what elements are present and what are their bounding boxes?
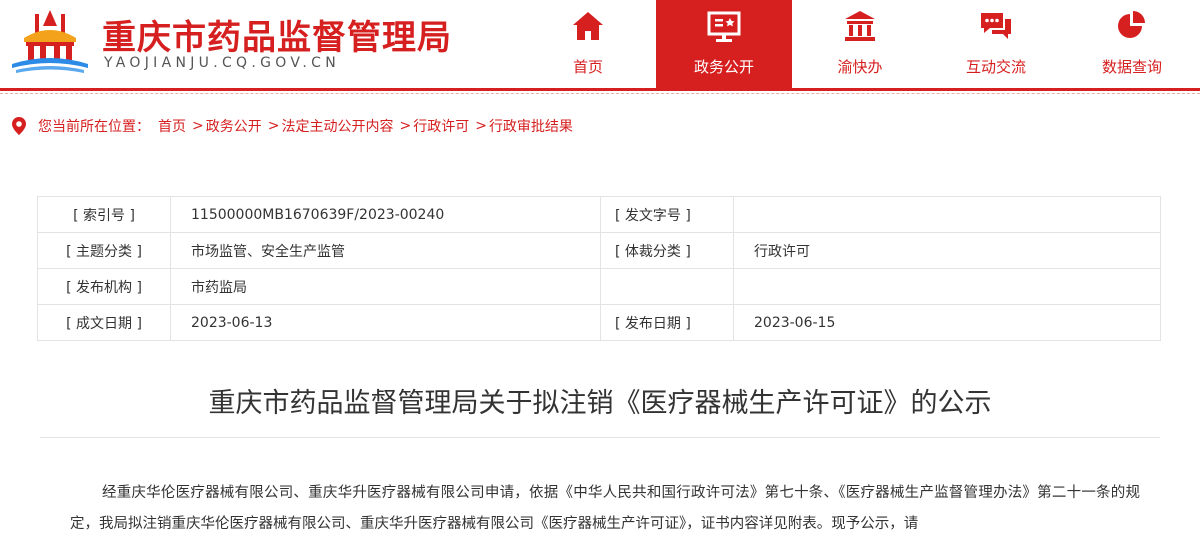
- meta-value: 市药监局: [170, 268, 601, 305]
- meta-value: 2023-06-13: [170, 304, 601, 341]
- breadcrumb-public-content[interactable]: 法定主动公开内容: [281, 116, 393, 136]
- nav-interaction-label: 互动交流: [965, 58, 1026, 76]
- meta-key: [600, 268, 734, 305]
- meta-key: [ 发布机构 ]: [37, 268, 171, 305]
- meta-value: 11500000MB1670639F/2023-00240: [170, 196, 601, 233]
- table-row: [ 主题分类 ] 市场监管、安全生产监管 [ 体裁分类 ] 行政许可: [37, 232, 1161, 269]
- site-logo[interactable]: [10, 8, 90, 74]
- table-row: [ 成文日期 ] 2023-06-13 [ 发布日期 ] 2023-06-15: [37, 304, 1161, 341]
- meta-key: [ 成文日期 ]: [37, 304, 171, 341]
- title-divider: [40, 437, 1160, 438]
- nav-yukuaiban-label: 渝快办: [837, 58, 883, 76]
- meta-value: 行政许可: [733, 232, 1161, 269]
- breadcrumb-gov-info[interactable]: 政务公开: [206, 116, 262, 136]
- home-icon: [573, 12, 603, 40]
- meta-key: [ 索引号 ]: [37, 196, 171, 233]
- meta-key: [ 主题分类 ]: [37, 232, 171, 269]
- dotted-divider: [0, 93, 1200, 94]
- site-header: 重庆市药品监督管理局 YAOJIANJU.CQ.GOV.CN 首页 政务公开 渝…: [0, 0, 1200, 88]
- meta-value: 市场监管、安全生产监管: [170, 232, 601, 269]
- breadcrumb-separator: >: [192, 118, 204, 134]
- site-domain: YAOJIANJU.CQ.GOV.CN: [104, 55, 340, 71]
- article-title: 重庆市药品监督管理局关于拟注销《医疗器械生产许可证》的公示: [208, 388, 992, 419]
- table-row: [ 索引号 ] 11500000MB1670639F/2023-00240 [ …: [37, 196, 1161, 233]
- breadcrumb: 您当前所在位置： 首页 > 政务公开 > 法定主动公开内容 > 行政许可 > 行…: [10, 115, 573, 137]
- nav-yukuaiban[interactable]: 渝快办: [792, 0, 928, 88]
- meta-key: [ 发文字号 ]: [600, 196, 734, 233]
- main-nav: 首页 政务公开 渝快办 互动交流 数据查询: [520, 0, 1200, 88]
- nav-gov-info-label: 政务公开: [693, 58, 754, 76]
- breadcrumb-separator: >: [475, 118, 487, 134]
- building-icon: [845, 11, 875, 41]
- meta-key: [ 体裁分类 ]: [600, 232, 734, 269]
- breadcrumb-home[interactable]: 首页: [158, 116, 186, 136]
- site-title[interactable]: 重庆市药品监督管理局: [102, 10, 452, 59]
- header-divider: [0, 88, 1200, 91]
- nav-gov-info[interactable]: 政务公开: [656, 0, 792, 88]
- chat-icon: [981, 13, 1011, 39]
- meta-key: [ 发布日期 ]: [600, 304, 734, 341]
- document-meta-table: [ 索引号 ] 11500000MB1670639F/2023-00240 [ …: [37, 196, 1161, 341]
- meta-value: 2023-06-15: [733, 304, 1161, 341]
- breadcrumb-prefix: 您当前所在位置：: [38, 119, 150, 135]
- breadcrumb-admin-license[interactable]: 行政许可: [413, 116, 469, 136]
- breadcrumb-approval-results[interactable]: 行政审批结果: [489, 116, 573, 136]
- nav-data-query-label: 数据查询: [1101, 58, 1162, 76]
- table-row: [ 发布机构 ] 市药监局: [37, 268, 1161, 305]
- nav-interaction[interactable]: 互动交流: [928, 0, 1064, 88]
- meta-value: [733, 268, 1161, 305]
- breadcrumb-separator: >: [399, 118, 412, 134]
- gov-info-icon: [707, 11, 741, 42]
- pie-chart-icon: [1118, 11, 1145, 38]
- nav-data-query[interactable]: 数据查询: [1064, 0, 1200, 88]
- meta-value: [733, 196, 1161, 233]
- breadcrumb-separator: >: [267, 118, 280, 134]
- location-pin-icon: [12, 117, 26, 135]
- nav-home[interactable]: 首页: [520, 0, 656, 88]
- nav-home-label: 首页: [572, 58, 603, 76]
